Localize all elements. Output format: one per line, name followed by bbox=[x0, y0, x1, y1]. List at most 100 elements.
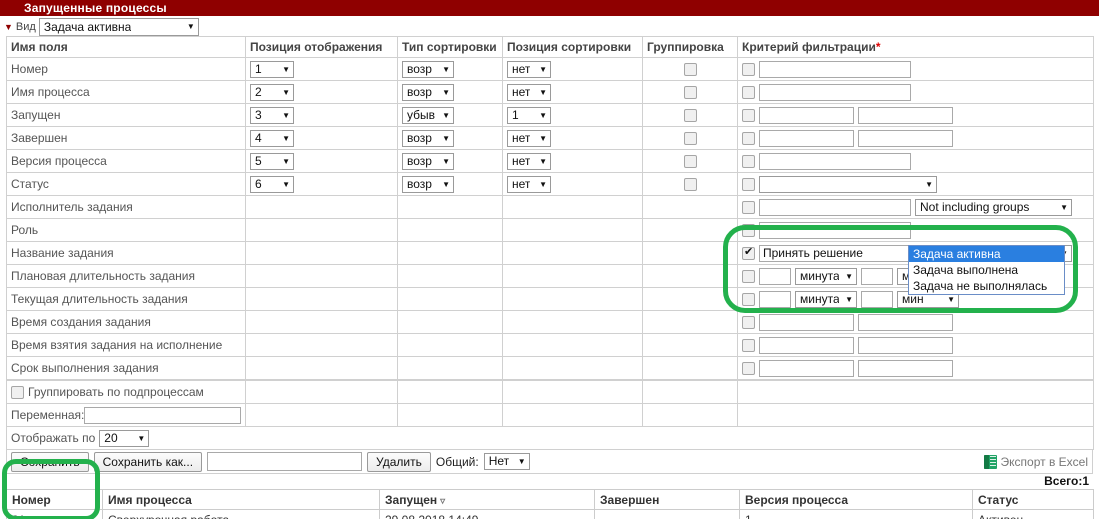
grouping-checkbox[interactable] bbox=[683, 63, 697, 77]
chevron-down-icon: ▼ bbox=[282, 87, 290, 97]
filter-text-input[interactable] bbox=[759, 83, 911, 101]
table-row[interactable]: 31Сверхурочная работа29.08.2018 14:49 1Ак… bbox=[6, 509, 1094, 519]
filter-criteria-cell bbox=[737, 356, 1094, 380]
dropdown-option[interactable]: Задача не выполнялась bbox=[909, 278, 1064, 294]
paging-label: Отображать по bbox=[11, 431, 96, 445]
dropdown-option[interactable]: Задача выполнена bbox=[909, 262, 1064, 278]
grouping-checkbox[interactable] bbox=[683, 86, 697, 100]
filter-enable-checkbox[interactable] bbox=[742, 200, 755, 214]
sort-position-select[interactable]: нет ▼ bbox=[507, 60, 551, 78]
sort-position-select[interactable]: нет ▼ bbox=[507, 175, 551, 193]
sort-position-cell bbox=[502, 310, 643, 334]
shared-select[interactable]: Нет ▼ bbox=[483, 453, 530, 470]
filter-text-input[interactable] bbox=[759, 221, 911, 239]
sort-position-select[interactable]: нет ▼ bbox=[507, 152, 551, 170]
cell-process-version: 1 bbox=[739, 509, 973, 519]
grouping-cell bbox=[642, 80, 738, 104]
sort-type-select[interactable]: возр ▼ bbox=[402, 129, 454, 147]
save-button[interactable]: Сохранить bbox=[11, 451, 89, 472]
display-position-select[interactable]: 4 ▼ bbox=[250, 129, 294, 147]
empty-cell bbox=[502, 403, 643, 427]
filter-text-input[interactable]: Принять решение bbox=[759, 244, 911, 262]
paging-select[interactable]: 20 ▼ bbox=[99, 429, 150, 447]
filter-enable-checkbox[interactable] bbox=[742, 177, 755, 191]
results-col-header-label: Имя процесса bbox=[108, 492, 192, 507]
duration-from-unit-select[interactable]: минута ▼ bbox=[795, 267, 857, 285]
duration-from-input[interactable] bbox=[759, 267, 791, 285]
duration-from-input[interactable] bbox=[759, 290, 791, 308]
filter-enable-checkbox[interactable] bbox=[742, 338, 755, 352]
filter-text-to-input[interactable] bbox=[858, 106, 953, 124]
filter-text-from-input[interactable] bbox=[759, 129, 854, 147]
display-position-cell bbox=[245, 218, 398, 242]
filter-enable-checkbox[interactable] bbox=[742, 131, 755, 145]
settings-row: Версия процесса 5 ▼ возр ▼ нет ▼ bbox=[6, 149, 1094, 173]
display-position-select[interactable]: 6 ▼ bbox=[250, 175, 294, 193]
grouping-checkbox[interactable] bbox=[683, 109, 697, 123]
duration-to-input[interactable] bbox=[861, 267, 893, 285]
filter-text-from-input[interactable] bbox=[759, 336, 854, 354]
filter-enable-checkbox[interactable] bbox=[742, 315, 755, 329]
triangle-down-icon[interactable]: ▼ bbox=[4, 22, 13, 32]
sort-position-select[interactable]: нет ▼ bbox=[507, 129, 551, 147]
filter-value-select[interactable]: Not including groups ▼ bbox=[915, 198, 1072, 216]
sort-type-cell bbox=[397, 356, 503, 380]
display-position-select-value: 2 bbox=[255, 84, 262, 99]
filter-text-to-input[interactable] bbox=[858, 359, 953, 377]
field-name-cell: Плановая длительность задания bbox=[6, 264, 246, 288]
filter-enable-checkbox[interactable] bbox=[742, 62, 755, 76]
sort-position-select[interactable]: нет ▼ bbox=[507, 83, 551, 101]
display-position-select[interactable]: 3 ▼ bbox=[250, 106, 294, 124]
sort-type-select[interactable]: возр ▼ bbox=[402, 152, 454, 170]
window-title: Запущенные процессы bbox=[0, 0, 1099, 16]
grouping-checkbox[interactable] bbox=[683, 155, 697, 169]
display-position-select[interactable]: 1 ▼ bbox=[250, 60, 294, 78]
duration-from-unit-select[interactable]: минута ▼ bbox=[795, 290, 857, 308]
grouping-checkbox[interactable] bbox=[683, 132, 697, 146]
dropdown-option[interactable]: Задача активна bbox=[909, 246, 1064, 262]
sort-type-select[interactable]: возр ▼ bbox=[402, 175, 454, 193]
filter-wrap bbox=[742, 152, 1089, 170]
filter-status-select[interactable]: ▼ bbox=[759, 175, 937, 193]
sort-type-cell bbox=[397, 333, 503, 357]
results-body: 31Сверхурочная работа29.08.2018 14:49 1Ак… bbox=[6, 509, 1094, 519]
filter-enable-checkbox[interactable] bbox=[742, 85, 755, 99]
export-to-excel-link[interactable]: Экспорт в Excel bbox=[983, 454, 1088, 469]
view-name-input[interactable] bbox=[207, 452, 363, 471]
sort-type-select[interactable]: убыв ▼ bbox=[402, 106, 454, 124]
filter-enable-checkbox[interactable] bbox=[742, 245, 755, 260]
results-col-header-label: Завершен bbox=[600, 492, 660, 507]
filter-enable-checkbox[interactable] bbox=[742, 223, 755, 237]
filter-text-from-input[interactable] bbox=[759, 313, 854, 331]
filter-enable-checkbox[interactable] bbox=[742, 154, 755, 168]
filter-text-from-input[interactable] bbox=[759, 359, 854, 377]
variable-input[interactable] bbox=[84, 406, 241, 424]
filter-enable-checkbox[interactable] bbox=[742, 292, 755, 306]
delete-button[interactable]: Удалить bbox=[367, 451, 431, 472]
filter-text-from-input[interactable] bbox=[759, 106, 854, 124]
chevron-down-icon: ▼ bbox=[925, 179, 933, 189]
filter-enable-checkbox[interactable] bbox=[742, 269, 755, 283]
sort-position-select[interactable]: 1 ▼ bbox=[507, 106, 551, 124]
filter-text-input[interactable] bbox=[759, 152, 911, 170]
sort-type-select[interactable]: возр ▼ bbox=[402, 83, 454, 101]
display-position-select[interactable]: 2 ▼ bbox=[250, 83, 294, 101]
filter-text-to-input[interactable] bbox=[858, 336, 953, 354]
filter-text-to-input[interactable] bbox=[858, 313, 953, 331]
grouping-checkbox[interactable] bbox=[683, 178, 697, 192]
status-filter-dropdown-list[interactable]: Задача активна Задача выполнена Задача не … bbox=[908, 245, 1065, 295]
display-position-select[interactable]: 5 ▼ bbox=[250, 152, 294, 170]
results-table: Номер Имя процесса Запущен ▿ Завершен Версия … bbox=[6, 489, 1094, 519]
filter-text-to-input[interactable] bbox=[858, 129, 953, 147]
filter-enable-checkbox[interactable] bbox=[742, 108, 755, 122]
sort-position-cell: нет ▼ bbox=[502, 80, 643, 104]
sort-type-select[interactable]: возр ▼ bbox=[402, 60, 454, 78]
filter-text-input[interactable] bbox=[759, 60, 911, 78]
filter-enable-checkbox[interactable] bbox=[742, 361, 755, 375]
view-select[interactable]: Задача активна ▼ bbox=[38, 18, 199, 36]
filter-criteria-cell bbox=[737, 103, 1094, 127]
save-as-button[interactable]: Сохранить как... bbox=[93, 451, 203, 472]
duration-to-input[interactable] bbox=[861, 290, 893, 308]
group-subprocesses-checkbox[interactable] bbox=[11, 385, 24, 399]
filter-text-input[interactable] bbox=[759, 198, 911, 216]
